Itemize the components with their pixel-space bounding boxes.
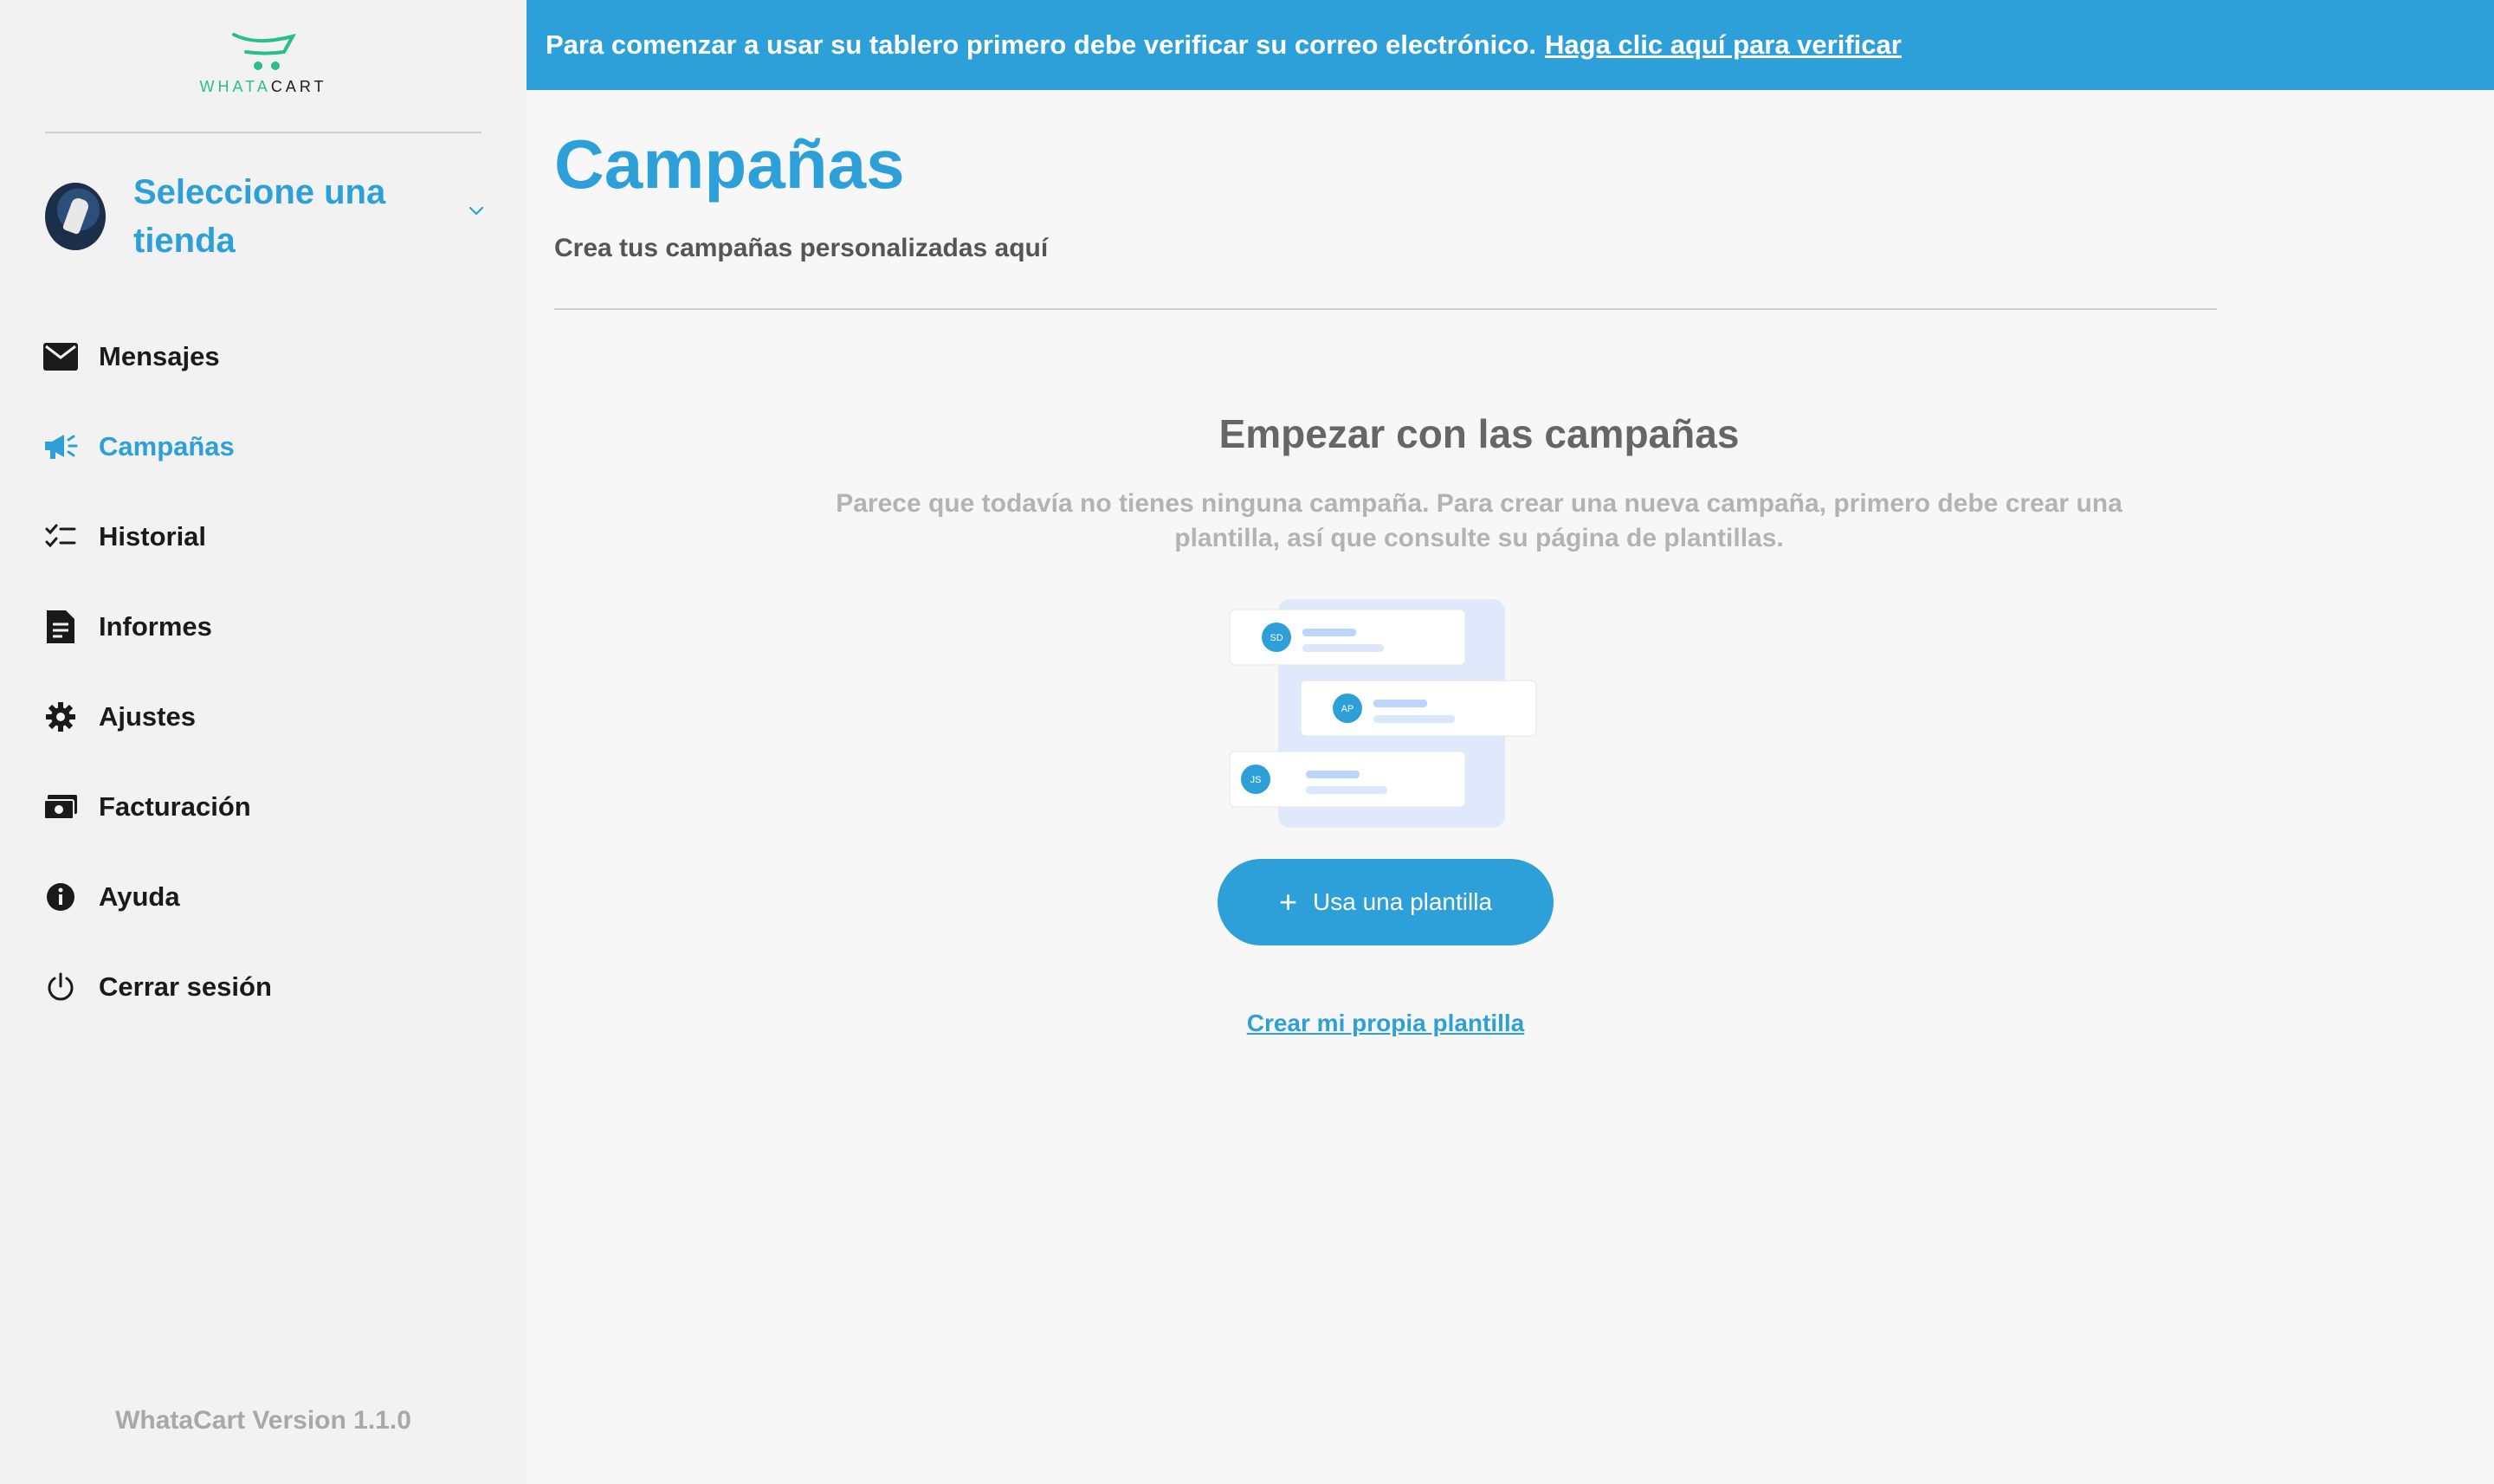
sidebar-nav: Mensajes Campañas Historial Informes Aju… [43,312,494,1032]
sidebar-item-campanas[interactable]: Campañas [43,402,494,492]
sidebar-item-informes[interactable]: Informes [43,582,494,672]
report-icon [43,610,78,644]
sidebar-item-label: Facturación [99,791,251,822]
page-title: Campañas [554,126,905,203]
sidebar-item-facturacion[interactable]: Facturación [43,762,494,852]
use-template-button[interactable]: + Usa una plantilla [1218,859,1554,945]
sidebar: WHATACART Seleccione una tienda Mensajes… [0,0,527,1484]
envelope-icon [43,339,78,374]
chevron-down-icon [468,206,484,216]
banner-message: Para comenzar a usar su tablero primero … [546,29,1537,60]
sidebar-item-ajustes[interactable]: Ajustes [43,672,494,762]
illustration-card: AP [1300,680,1537,737]
sidebar-item-historial[interactable]: Historial [43,492,494,582]
whatacart-logo[interactable]: WHATACART [0,29,527,96]
illustration-initials: AP [1341,704,1354,714]
gear-icon [43,700,78,734]
sidebar-item-ayuda[interactable]: Ayuda [43,852,494,942]
cart-logo-icon [232,33,296,70]
empty-state-text: Parece que todavía no tienes ninguna cam… [836,489,2122,552]
checklist-icon [43,519,78,554]
store-selector[interactable]: Seleccione una tienda [45,165,487,268]
logo-text: WHATACART [199,78,327,95]
sidebar-item-label: Historial [99,521,207,552]
sidebar-item-cerrar-sesion[interactable]: Cerrar sesión [43,942,494,1032]
sidebar-item-mensajes[interactable]: Mensajes [43,312,494,402]
header-divider [554,308,2217,310]
sidebar-item-label: Ajustes [99,701,196,732]
sidebar-item-label: Mensajes [99,341,220,371]
sidebar-item-label: Ayuda [99,881,180,912]
store-avatar [45,183,106,250]
sidebar-divider [45,132,481,133]
verify-email-banner: Para comenzar a usar su tablero primero … [527,0,2494,90]
illustration-initials: JS [1250,775,1262,785]
money-icon [43,790,78,824]
illustration-card: SD [1229,609,1466,666]
sidebar-item-label: Cerrar sesión [99,971,272,1002]
illustration-card: JS [1229,751,1466,808]
empty-state: Empezar con las campañas Parece que toda… [727,410,2231,556]
info-icon [43,880,78,914]
store-selector-label: Seleccione una tienda [133,173,386,260]
main-content: Campañas Crea tus campañas personalizada… [527,90,2494,1484]
page-subtitle: Crea tus campañas personalizadas aquí [554,234,1049,262]
power-icon [43,970,78,1004]
empty-state-title: Empezar con las campañas [1218,411,1740,456]
use-template-label: Usa una plantilla [1313,888,1493,915]
sidebar-item-label: Campañas [99,431,235,461]
plus-icon: + [1278,884,1297,919]
verify-email-link[interactable]: Haga clic aquí para verificar [1545,29,1902,61]
sidebar-item-label: Informes [99,611,212,642]
megaphone-icon [43,429,78,464]
campaign-list-illustration: SD AP JS [1229,599,1537,828]
create-own-template-link[interactable]: Crear mi propia plantilla [1218,1010,1554,1037]
app-version: WhataCart Version 1.1.0 [115,1406,411,1435]
illustration-initials: SD [1270,633,1283,643]
